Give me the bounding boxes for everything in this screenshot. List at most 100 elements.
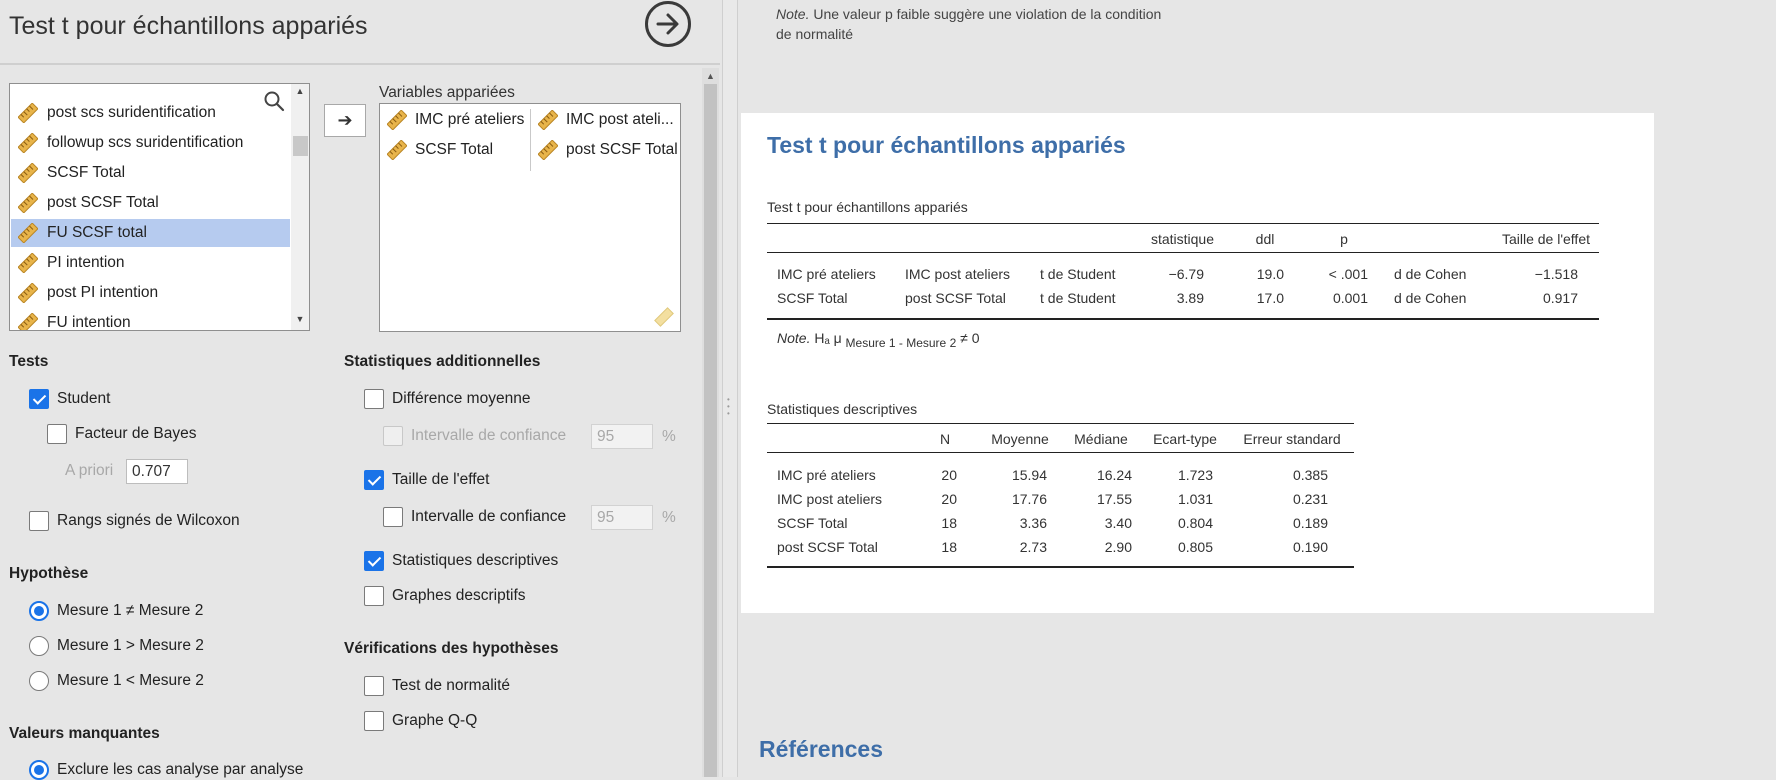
tests-heading: Tests xyxy=(9,353,49,370)
variable-item[interactable]: FU SCSF total xyxy=(11,219,290,247)
paired-variable-item[interactable]: IMC post ateli... xyxy=(534,106,674,134)
ci-mean-option[interactable]: Intervalle de confiance xyxy=(383,426,566,446)
prior-field[interactable]: 0.707 xyxy=(126,459,188,484)
hypothesis-label-gt: Mesure 1 > Mesure 2 xyxy=(57,637,204,654)
run-analysis-button[interactable] xyxy=(645,1,691,47)
qq-plot-option[interactable]: Graphe Q-Q xyxy=(364,711,477,731)
hypothesis-radio-lt[interactable] xyxy=(29,671,49,691)
ruler-icon xyxy=(538,110,558,130)
variable-item[interactable]: followup scs suridentification xyxy=(11,129,290,157)
scroll-up-icon[interactable]: ▲ xyxy=(291,86,309,96)
descriptives-option[interactable]: Statistiques descriptives xyxy=(364,551,558,571)
ruler-icon xyxy=(18,193,38,213)
panel-title: Test t pour échantillons appariés xyxy=(9,12,368,40)
ttest-note: Note. Hₐ μ Mesure 1 - Mesure 2 ≠ 0 xyxy=(777,330,980,350)
qq-plot-checkbox[interactable] xyxy=(364,711,384,731)
bayes-checkbox[interactable] xyxy=(47,424,67,444)
ruler-icon xyxy=(18,313,38,330)
hypothesis-radio-ne[interactable] xyxy=(29,601,49,621)
table-bottom-rule xyxy=(767,318,1599,320)
note-end: ≠ 0 xyxy=(960,330,980,346)
student-option[interactable]: Student xyxy=(29,389,110,409)
descriptive-plots-checkbox[interactable] xyxy=(364,586,384,606)
ci-effect-option[interactable]: Intervalle de confiance xyxy=(383,507,566,527)
effect-size-option[interactable]: Taille de l'effet xyxy=(364,470,489,490)
panel-divider[interactable] xyxy=(722,0,738,777)
hypothesis-option-ne[interactable]: Mesure 1 ≠ Mesure 2 xyxy=(29,601,203,621)
ci-effect-field[interactable]: 95 xyxy=(591,505,653,530)
table-cell: −6.79 xyxy=(1168,266,1204,282)
table-cell: SCSF Total xyxy=(777,290,848,306)
ci-mean-field[interactable]: 95 xyxy=(591,424,653,449)
ci-mean-checkbox[interactable] xyxy=(383,426,403,446)
percent-label: % xyxy=(662,428,676,445)
missing-values-heading: Valeurs manquantes xyxy=(9,725,160,742)
normality-test-option[interactable]: Test de normalité xyxy=(364,676,510,696)
percent-label-2: % xyxy=(662,509,676,526)
table-cell: 0.804 xyxy=(1177,515,1213,531)
mean-difference-label: Différence moyenne xyxy=(392,390,531,407)
paired-variable-label: IMC pré ateliers xyxy=(415,111,525,128)
normality-note: Note. Une valeur p faible suggère une vi… xyxy=(776,4,1176,44)
variable-label: post SCSF Total xyxy=(47,194,159,211)
ruler-icon xyxy=(538,140,558,160)
exclude-cases-option[interactable]: Exclure les cas analyse par analyse xyxy=(29,760,303,780)
paired-variable-item[interactable]: IMC pré ateliers xyxy=(383,106,524,134)
ruler-icon xyxy=(18,103,38,123)
variable-list-scrollbar-thumb[interactable] xyxy=(293,136,308,156)
normality-test-label: Test de normalité xyxy=(392,677,511,694)
variable-item[interactable]: post SCSF Total xyxy=(11,189,290,217)
student-checkbox[interactable] xyxy=(29,389,49,409)
descriptive-plots-option[interactable]: Graphes descriptifs xyxy=(364,586,526,606)
scroll-up-icon[interactable]: ▲ xyxy=(702,68,719,84)
effect-size-checkbox[interactable] xyxy=(364,470,384,490)
table-cell: 2.90 xyxy=(1104,539,1132,555)
mean-difference-checkbox[interactable] xyxy=(364,389,384,409)
scroll-down-icon[interactable]: ▼ xyxy=(291,314,309,324)
mean-difference-option[interactable]: Différence moyenne xyxy=(364,389,530,409)
variable-item[interactable]: FU intention xyxy=(11,309,290,330)
wilcoxon-option[interactable]: Rangs signés de Wilcoxon xyxy=(29,511,240,531)
results-card xyxy=(741,113,1654,613)
exclude-cases-radio[interactable] xyxy=(29,760,49,780)
variable-item[interactable]: PI intention xyxy=(11,249,290,277)
column-header: ddl xyxy=(1255,231,1275,247)
table-cell: 20 xyxy=(941,491,957,507)
hypothesis-option-lt[interactable]: Mesure 1 < Mesure 2 xyxy=(29,671,204,691)
variable-item[interactable]: post scs suridentification xyxy=(11,99,290,127)
effect-size-label: Taille de l'effet xyxy=(392,471,490,488)
variable-list[interactable]: post scs suridentification followup scs s… xyxy=(9,83,310,331)
normality-test-checkbox[interactable] xyxy=(364,676,384,696)
variable-list-scrollbar[interactable] xyxy=(291,84,309,330)
column-header: Moyenne xyxy=(991,431,1049,447)
table-cell: IMC pré ateliers xyxy=(777,266,876,282)
bayes-option[interactable]: Facteur de Bayes xyxy=(47,424,196,444)
variable-item[interactable]: post PI intention xyxy=(11,279,290,307)
ci-effect-checkbox[interactable] xyxy=(383,507,403,527)
column-header: statistique xyxy=(1150,231,1214,247)
wilcoxon-checkbox[interactable] xyxy=(29,511,49,531)
column-header: p xyxy=(1340,231,1348,247)
variable-item[interactable]: SCSF Total xyxy=(11,159,290,187)
search-icon[interactable] xyxy=(263,90,285,112)
table-cell: 15.94 xyxy=(1011,467,1047,483)
table-cell: IMC post ateliers xyxy=(777,491,883,507)
table-cell: 0.917 xyxy=(1542,290,1578,306)
hypothesis-option-gt[interactable]: Mesure 1 > Mesure 2 xyxy=(29,636,204,656)
paired-variable-item[interactable]: SCSF Total xyxy=(383,136,493,164)
table-cell: 1.031 xyxy=(1177,491,1213,507)
hypothesis-radio-gt[interactable] xyxy=(29,636,49,656)
paired-variable-item[interactable]: post SCSF Total xyxy=(534,136,678,164)
student-label: Student xyxy=(57,390,111,407)
table-cell: IMC post ateliers xyxy=(905,266,1011,282)
options-scrollbar-thumb[interactable] xyxy=(704,84,717,777)
descriptives-checkbox[interactable] xyxy=(364,551,384,571)
move-variable-button[interactable]: ➔ xyxy=(324,104,366,137)
table-cell: 1.723 xyxy=(1177,467,1213,483)
descriptives-label: Statistiques descriptives xyxy=(392,552,559,569)
table-cell: 20 xyxy=(941,467,957,483)
note-prefix: Note. xyxy=(777,330,811,346)
ci-mean-label: Intervalle de confiance xyxy=(411,427,567,444)
assumption-checks-heading: Vérifications des hypothèses xyxy=(344,640,559,657)
table-cell: 0.001 xyxy=(1332,290,1368,306)
